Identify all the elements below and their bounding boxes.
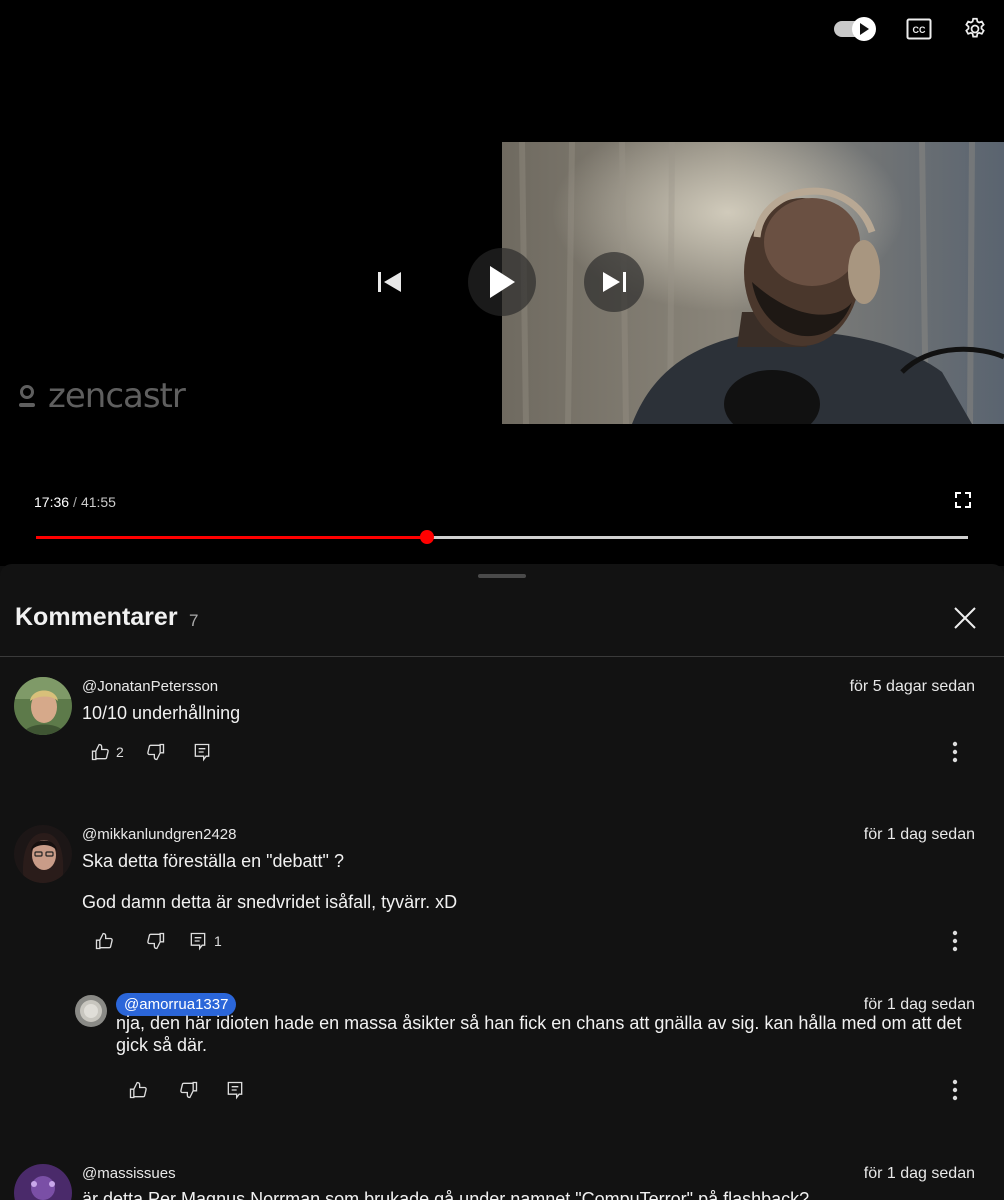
- comment-item: @massissues för 1 dag sedan är detta Per…: [0, 1164, 1004, 1200]
- like-button[interactable]: [128, 1078, 148, 1102]
- reply-button[interactable]: 1: [188, 929, 222, 953]
- comment-author[interactable]: @JonatanPetersson: [82, 678, 218, 695]
- comment-text-paragraph-2: God damn detta är snedvridet isåfall, ty…: [82, 892, 458, 912]
- skip-next-icon: [603, 272, 626, 292]
- autoplay-toggle[interactable]: [834, 12, 878, 46]
- reply-comment-icon: [190, 932, 206, 951]
- comment-text: är detta Per Magnus Norrman som brukade …: [82, 1189, 810, 1200]
- comment-actions: [128, 1078, 1004, 1102]
- fullscreen-button[interactable]: [950, 488, 976, 512]
- comment-more-button[interactable]: [945, 740, 965, 764]
- closed-captions-icon[interactable]: CC: [904, 14, 934, 44]
- comment-text: nja, den här idioten hade en massa åsikt…: [116, 1013, 962, 1055]
- more-vertical-icon: [952, 1079, 958, 1101]
- sheet-drag-handle[interactable]: [478, 574, 526, 578]
- comments-count: 7: [189, 611, 199, 630]
- comment-author[interactable]: @massissues: [82, 1165, 176, 1182]
- previous-video-button[interactable]: [360, 252, 420, 312]
- zencastr-logo-icon: [19, 385, 35, 407]
- comment-actions: 2: [90, 740, 970, 764]
- comment-more-button[interactable]: [945, 1078, 965, 1102]
- play-button[interactable]: [468, 248, 536, 316]
- reply-comment-icon: [194, 743, 210, 762]
- comment-date: för 1 dag sedan: [863, 1165, 975, 1182]
- dislike-button[interactable]: [146, 740, 166, 764]
- thumbs-up-icon: [91, 743, 109, 761]
- time-separator: /: [73, 494, 77, 510]
- comments-title: Kommentarer: [15, 603, 178, 631]
- thumbs-up-icon: [95, 932, 113, 950]
- thumbs-down-icon: [180, 1081, 198, 1099]
- reply-count: 1: [214, 933, 222, 949]
- avatar[interactable]: [14, 677, 72, 735]
- comment-date: för 5 dagar sedan: [849, 678, 975, 695]
- comment-actions: 1: [90, 929, 970, 953]
- thumbs-down-icon: [147, 932, 165, 950]
- close-comments-button[interactable]: [948, 601, 982, 635]
- player-top-controls: CC: [834, 12, 990, 46]
- avatar[interactable]: [14, 1164, 72, 1200]
- dislike-button[interactable]: [146, 929, 166, 953]
- comment-date: för 1 dag sedan: [863, 826, 975, 843]
- thumbs-up-icon: [129, 1081, 147, 1099]
- fullscreen-icon: [955, 492, 971, 508]
- progress-bar[interactable]: [36, 528, 968, 548]
- comments-panel: Kommentarer 7 @JonatanPetersson för 5 da…: [0, 564, 1004, 1200]
- zencastr-watermark: zencastr: [16, 376, 186, 416]
- time-current: 17:36: [34, 494, 70, 510]
- comment-item: @JonatanPetersson för 5 dagar sedan 10/1…: [0, 677, 1004, 797]
- next-video-button[interactable]: [584, 252, 644, 312]
- progress-scrubber-handle[interactable]: [420, 530, 435, 544]
- skip-previous-icon: [378, 272, 401, 292]
- like-count: 2: [116, 744, 124, 760]
- progress-played: [36, 536, 428, 539]
- more-vertical-icon: [952, 741, 958, 763]
- avatar[interactable]: [14, 825, 72, 883]
- video-player[interactable]: CC zencastr 17:36 / 41:55: [0, 0, 1004, 566]
- reply-button[interactable]: [192, 740, 212, 764]
- comment-text: Ska detta föreställa en "debatt" ?: [82, 851, 344, 871]
- like-button[interactable]: 2: [90, 740, 124, 764]
- watermark-text: zencastr: [48, 376, 186, 416]
- comment-more-button[interactable]: [945, 929, 965, 953]
- avatar[interactable]: [75, 995, 107, 1027]
- close-icon: [954, 607, 976, 629]
- reply-comment-icon: [227, 1081, 243, 1100]
- comment-text: 10/10 underhållning: [82, 703, 241, 723]
- play-icon: [490, 266, 515, 298]
- more-vertical-icon: [952, 930, 958, 952]
- comments-header: Kommentarer 7: [0, 594, 1004, 657]
- comment-author[interactable]: @mikkanlundgren2428: [82, 826, 237, 843]
- time-display: 17:36/41:55: [34, 494, 116, 510]
- center-playback-controls: [0, 246, 1004, 318]
- autoplay-play-icon: [852, 17, 876, 41]
- comment-item: @mikkanlundgren2428 för 1 dag sedan Ska …: [0, 825, 1004, 955]
- comment-reply-item: @amorrua1337 för 1 dag sedan nja, den hä…: [0, 993, 1004, 1105]
- settings-gear-icon[interactable]: [960, 14, 990, 44]
- closed-captions-label: CC: [913, 25, 926, 35]
- reply-button[interactable]: [225, 1078, 245, 1102]
- dislike-button[interactable]: [179, 1078, 199, 1102]
- thumbs-down-icon: [147, 743, 165, 761]
- time-duration: 41:55: [80, 494, 116, 510]
- like-button[interactable]: [94, 929, 114, 953]
